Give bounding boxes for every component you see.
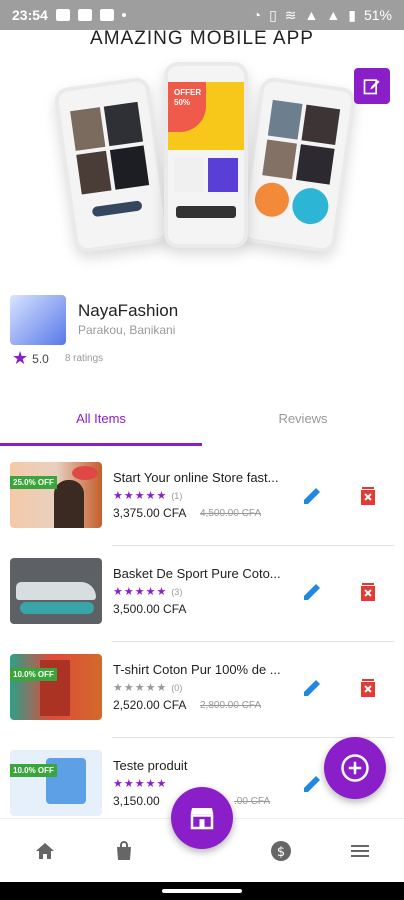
store-logo <box>10 295 66 345</box>
store-icon <box>190 808 214 830</box>
rating-stars: ★★★★★ <box>113 586 168 598</box>
phone-mockup-center: OFFER 50% <box>164 62 248 248</box>
delete-icon[interactable] <box>356 580 380 604</box>
product-rating: ★★★★★ (3) <box>113 585 182 598</box>
tab-reviews[interactable]: Reviews <box>202 395 404 445</box>
edit-store-button[interactable] <box>354 68 390 104</box>
delete-icon[interactable] <box>356 484 380 508</box>
edit-icon[interactable] <box>300 484 324 508</box>
edit-icon[interactable] <box>300 772 324 796</box>
rating-stars: ★★★★★ <box>113 778 168 790</box>
tab-bar: All Items Reviews <box>0 395 404 445</box>
review-count: (0) <box>171 683 183 693</box>
product-item[interactable]: Basket De Sport Pure Coto... ★★★★★ (3) 3,… <box>10 558 394 640</box>
vibrate-icon: ▯ <box>269 6 277 23</box>
discount-badge: 25.0% OFF <box>10 476 57 489</box>
edit-icon[interactable] <box>300 676 324 700</box>
product-rating: ★★★★★ <box>113 777 167 790</box>
battery-level: 51% <box>363 7 392 23</box>
edit-icon[interactable] <box>300 580 324 604</box>
product-old-price: .00 CFA <box>234 796 271 807</box>
store-info: NayaFashion Parakou, Banikani ★ 5.0 8 ra… <box>10 295 394 375</box>
product-image <box>10 462 102 528</box>
phone-mockup-right <box>238 76 358 254</box>
phone-offer-text: OFFER 50% <box>174 88 202 107</box>
store-banner: AMAZING MOBILE APP OFFER 50% <box>0 30 404 270</box>
svg-text:$: $ <box>277 845 285 860</box>
dollar-icon: $ <box>271 841 291 861</box>
phone-mockup-left <box>52 76 172 254</box>
plus-icon <box>341 754 369 782</box>
ratings-count: 8 ratings <box>64 353 104 364</box>
nav-home[interactable] <box>31 837 59 865</box>
add-product-button[interactable] <box>324 737 386 799</box>
battery-icon: ▮ <box>348 6 356 23</box>
product-image <box>10 654 102 720</box>
nav-orders[interactable] <box>110 837 138 865</box>
delete-icon[interactable] <box>356 676 380 700</box>
rating-value: 5.0 <box>32 351 49 366</box>
product-price: 3,500.00 CFA <box>113 602 187 616</box>
product-price: 2,520.00 CFA <box>113 698 187 712</box>
edit-icon <box>363 79 380 95</box>
product-title: Teste produit <box>113 758 188 773</box>
notification-icon <box>55 9 70 21</box>
product-rating: ★★★★★ (0) <box>113 681 182 694</box>
product-old-price: 2,800.00 CFA <box>200 700 262 711</box>
product-title: Start Your online Store fast... <box>113 470 279 485</box>
nav-earnings[interactable]: $ <box>267 837 295 865</box>
alarm-icon: ◔ <box>252 7 262 23</box>
status-time: 23:54 <box>12 7 48 23</box>
product-item[interactable]: 10.0% OFF T-shirt Coton Pur 100% de ... … <box>10 654 394 736</box>
product-title: T-shirt Coton Pur 100% de ... <box>113 662 281 677</box>
divider <box>112 545 394 546</box>
product-price: 3,150.00 <box>113 794 160 808</box>
product-image <box>10 750 102 816</box>
notification-icons <box>55 9 126 21</box>
product-rating: ★★★★★ (1) <box>113 489 182 502</box>
nav-menu[interactable] <box>346 837 374 865</box>
system-navigation-bar <box>0 882 404 900</box>
youtube-icon <box>99 9 114 21</box>
bag-icon <box>117 841 131 860</box>
more-dot-icon <box>121 13 126 17</box>
product-image <box>10 558 102 624</box>
product-title: Basket De Sport Pure Coto... <box>113 566 281 581</box>
tab-all-items[interactable]: All Items <box>0 395 202 445</box>
store-button[interactable] <box>171 787 233 849</box>
discount-badge: 10.0% OFF <box>10 764 57 777</box>
review-count: (1) <box>171 491 183 501</box>
discount-badge: 10.0% OFF <box>10 668 57 681</box>
youtube-icon <box>77 9 92 21</box>
banner-title: AMAZING MOBILE APP <box>90 30 314 49</box>
home-gesture-pill[interactable] <box>162 889 242 893</box>
rating-stars: ★★★★★ <box>113 682 168 694</box>
signal-icon: ▲ <box>326 7 341 23</box>
tab-indicator <box>0 443 202 446</box>
star-icon: ★ <box>12 348 29 368</box>
wifi-icon: ≋ <box>284 6 297 23</box>
store-location: Parakou, Banikani <box>78 323 176 337</box>
review-count: (3) <box>171 587 183 597</box>
store-name: NayaFashion <box>78 301 179 320</box>
status-bar: 23:54 ◔ ▯ ≋ ▲ ▲ ▮ 51% <box>0 0 404 30</box>
rating-stars: ★★★★★ <box>113 490 168 502</box>
product-item[interactable]: 25.0% OFF Start Your online Store fast..… <box>10 462 394 544</box>
divider <box>112 641 394 642</box>
menu-icon <box>351 845 369 857</box>
store-rating: ★ 5.0 8 ratings <box>12 348 103 369</box>
home-icon <box>36 843 54 859</box>
product-price: 3,375.00 CFA <box>113 506 187 520</box>
product-old-price: 4,500.00 CFA <box>200 508 262 519</box>
signal-icon: ▲ <box>304 7 319 23</box>
